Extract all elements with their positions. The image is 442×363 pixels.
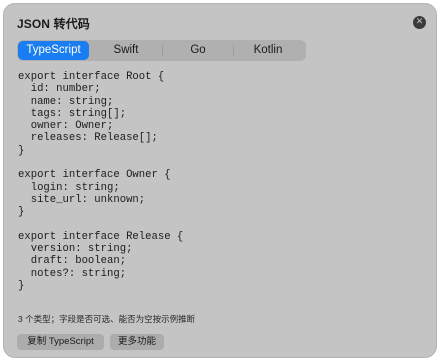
code-output[interactable]: export interface Root { id: number; name… — [18, 71, 183, 292]
code-line: } — [18, 280, 25, 293]
tab-swift[interactable]: Swift — [90, 41, 162, 60]
more-features-button[interactable]: 更多功能 — [110, 334, 164, 350]
tab-typescript[interactable]: TypeScript — [18, 41, 89, 60]
code-line: notes?: string; — [18, 267, 127, 280]
tab-kotlin[interactable]: Kotlin — [234, 41, 302, 60]
json-to-code-panel: JSON 转代码 ✕ TypeScript Swift Go Kotlin ex… — [3, 3, 437, 358]
copy-typescript-button[interactable]: 复制 TypeScript — [17, 334, 104, 350]
code-line: site_url: unknown; — [18, 193, 146, 206]
language-tabs: TypeScript Swift Go Kotlin — [17, 40, 306, 61]
panel-title: JSON 转代码 — [17, 17, 90, 31]
status-text: 3 个类型；字段是否可选、能否为空按示例推断 — [18, 314, 196, 324]
code-line: name: string; — [18, 95, 114, 108]
code-line: export interface Owner { — [18, 169, 171, 182]
code-line: login: string; — [18, 181, 120, 194]
code-line: releases: Release[]; — [18, 132, 158, 145]
tab-go[interactable]: Go — [163, 41, 233, 60]
code-line: version: string; — [18, 243, 133, 256]
code-line: tags: string[]; — [18, 107, 127, 120]
code-line: owner: Owner; — [18, 120, 114, 133]
code-line: } — [18, 206, 25, 219]
code-line: id: number; — [18, 83, 101, 96]
code-line: } — [18, 144, 25, 157]
code-line: export interface Root { — [18, 71, 165, 83]
code-line: draft: boolean; — [18, 255, 127, 268]
close-icon[interactable]: ✕ — [413, 16, 426, 29]
code-line: export interface Release { — [18, 230, 184, 243]
